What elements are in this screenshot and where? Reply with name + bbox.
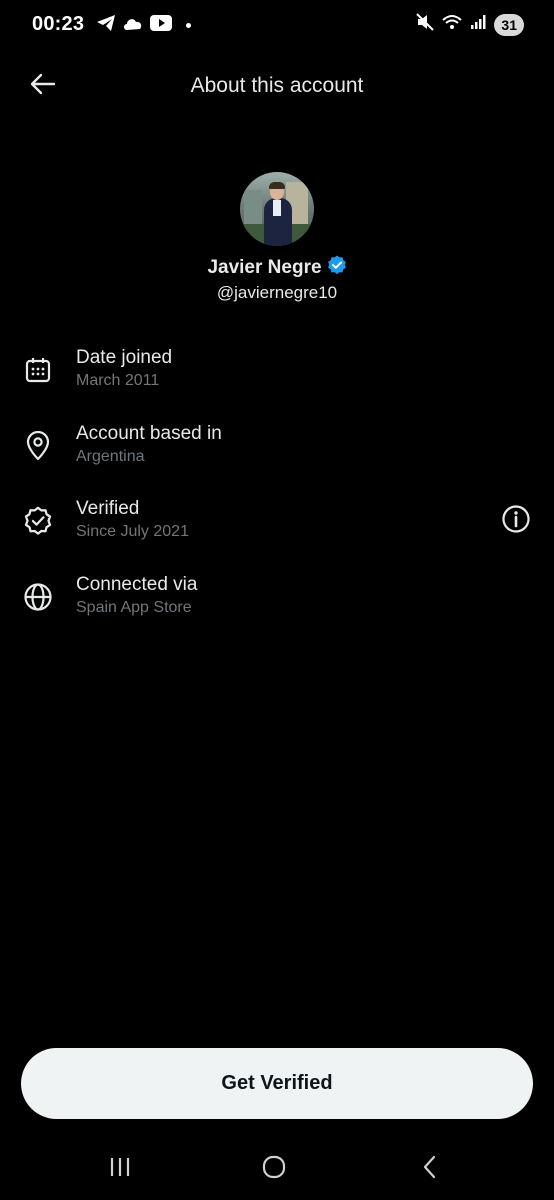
info-icon <box>501 504 531 539</box>
back-icon <box>420 1155 440 1184</box>
status-time: 00:23 <box>32 13 85 35</box>
info-subtitle: Spain App Store <box>76 599 192 616</box>
info-title: Date joined <box>76 347 173 368</box>
cloud-icon <box>122 15 144 36</box>
verified-info-button[interactable] <box>500 504 532 539</box>
info-item-verified: Verified Since July 2021 <box>0 497 554 557</box>
globe-icon <box>22 581 54 613</box>
calendar-icon <box>22 354 54 386</box>
battery-indicator: 31 <box>494 13 524 36</box>
name-row: Javier Negre <box>0 255 554 280</box>
youtube-icon <box>150 15 172 36</box>
header: About this account <box>0 60 554 112</box>
location-pin-icon <box>22 430 54 462</box>
status-notification-icons <box>96 14 191 37</box>
handle: @javiernegre10 <box>216 283 338 302</box>
status-bar: 00:23 31 <box>0 0 554 52</box>
verified-checkmark-icon <box>327 255 347 280</box>
system-nav-bar <box>0 1140 554 1200</box>
info-subtitle: Argentina <box>76 448 145 465</box>
system-back-button[interactable] <box>410 1154 450 1184</box>
info-item-account-based-in: Account based in Argentina <box>0 422 554 482</box>
info-title: Verified <box>76 498 140 519</box>
home-button[interactable] <box>254 1154 294 1184</box>
avatar[interactable] <box>240 172 314 246</box>
info-item-connected-via: Connected via Spain App Store <box>0 573 554 633</box>
info-title: Account based in <box>76 423 222 444</box>
wifi-icon <box>442 14 463 35</box>
page-title: About this account <box>190 74 364 97</box>
info-subtitle: March 2011 <box>76 372 160 389</box>
telegram-icon <box>96 14 116 37</box>
notification-dot <box>186 23 191 28</box>
info-subtitle: Since July 2021 <box>76 523 189 540</box>
recent-apps-button[interactable] <box>100 1154 140 1184</box>
display-name: Javier Negre <box>207 256 322 278</box>
home-icon <box>261 1155 287 1184</box>
info-item-date-joined: Date joined March 2011 <box>0 346 554 406</box>
signal-icon <box>470 14 486 35</box>
recent-apps-icon <box>108 1156 132 1183</box>
profile-summary: Javier Negre @javiernegre10 <box>0 172 554 303</box>
mute-icon <box>416 13 435 36</box>
verified-badge-icon <box>22 505 54 537</box>
get-verified-button[interactable]: Get Verified <box>21 1048 533 1119</box>
info-title: Connected via <box>76 574 198 595</box>
status-system-icons: 31 <box>416 13 524 36</box>
